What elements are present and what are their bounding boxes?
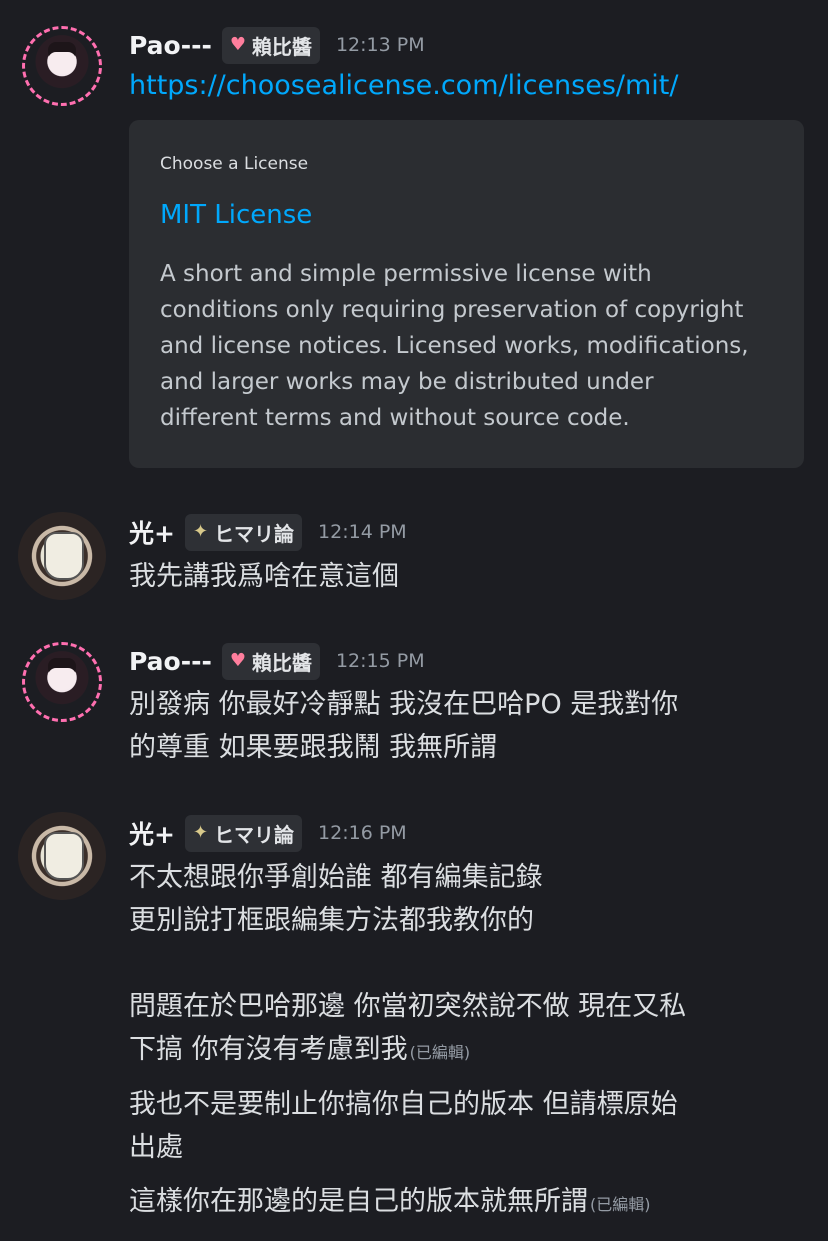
heart-icon: ♥	[229, 650, 246, 671]
message-text: 我先講我爲啥在意這個	[129, 561, 399, 592]
avatar[interactable]	[18, 812, 106, 900]
message-text: 的尊重 如果要跟我鬧 我無所謂	[129, 732, 498, 763]
message-link[interactable]: https://choosealicense.com/licenses/mit/	[129, 70, 679, 101]
edited-label: (已編輯)	[409, 1043, 471, 1062]
message-header: Pao--- ♥ 賴比醬 12:13 PM	[129, 25, 425, 65]
role-badge[interactable]: ♥ 賴比醬	[221, 642, 320, 680]
username[interactable]: Pao---	[129, 31, 212, 60]
message-text: 出處	[129, 1132, 183, 1163]
timestamp: 12:14 PM	[318, 521, 407, 543]
embed-description: A short and simple permissive license wi…	[160, 261, 749, 431]
edited-label: (已編輯)	[590, 1195, 651, 1214]
embed-provider[interactable]: Choose a License	[160, 154, 308, 174]
message-text-line: 下搞 你有沒有考慮到我	[129, 1034, 408, 1065]
role-label: 賴比醬	[251, 34, 312, 59]
role-label: ヒマリ論	[214, 521, 295, 546]
username[interactable]: Pao---	[129, 647, 212, 676]
heart-icon: ♥	[229, 34, 246, 55]
message-text: 別發病 你最好冷靜點 我沒在巴哈PO 是我對你	[129, 689, 679, 720]
timestamp: 12:15 PM	[335, 650, 425, 672]
message-text: 不太想跟你爭創始誰 都有編集記錄	[129, 862, 543, 893]
sparkle-icon: ✦	[192, 822, 209, 843]
message-text: 我也不是要制止你搞你自己的版本 但請標原始	[129, 1089, 678, 1120]
message-text: 這樣你在那邊的是自己的版本就無所謂 (已編輯)	[129, 1180, 651, 1226]
role-label: ヒマリ論	[214, 822, 295, 847]
message-text: 更別說打框跟編集方法都我教你的	[129, 905, 534, 936]
role-badge[interactable]: ✦ ヒマリ論	[184, 513, 303, 551]
message-header: Pao--- ♥ 賴比醬 12:15 PM	[129, 641, 425, 681]
role-badge[interactable]: ♥ 賴比醬	[221, 26, 320, 64]
username[interactable]: 光+	[129, 815, 175, 851]
message-text: 問題在於巴哈那邊 你當初突然說不做 現在又私	[129, 991, 687, 1022]
sparkle-icon: ✦	[192, 521, 209, 542]
message-header: 光+ ✦ ヒマリ論 12:14 PM	[129, 512, 407, 552]
message-header: 光+ ✦ ヒマリ論 12:16 PM	[129, 813, 407, 853]
role-badge[interactable]: ✦ ヒマリ論	[184, 814, 303, 852]
timestamp: 12:13 PM	[335, 34, 425, 56]
avatar[interactable]	[18, 512, 106, 600]
role-label: 賴比醬	[251, 650, 312, 675]
message-text-line: 這樣你在那邊的是自己的版本就無所謂	[129, 1186, 588, 1217]
avatar[interactable]	[18, 638, 106, 726]
embed-title[interactable]: MIT License	[160, 200, 312, 230]
avatar[interactable]	[18, 22, 106, 110]
username[interactable]: 光+	[129, 514, 175, 550]
timestamp: 12:16 PM	[318, 822, 407, 844]
link-embed: Choose a License MIT License A short and…	[129, 120, 804, 468]
message-text: 下搞 你有沒有考慮到我 (已編輯)	[129, 1028, 470, 1074]
